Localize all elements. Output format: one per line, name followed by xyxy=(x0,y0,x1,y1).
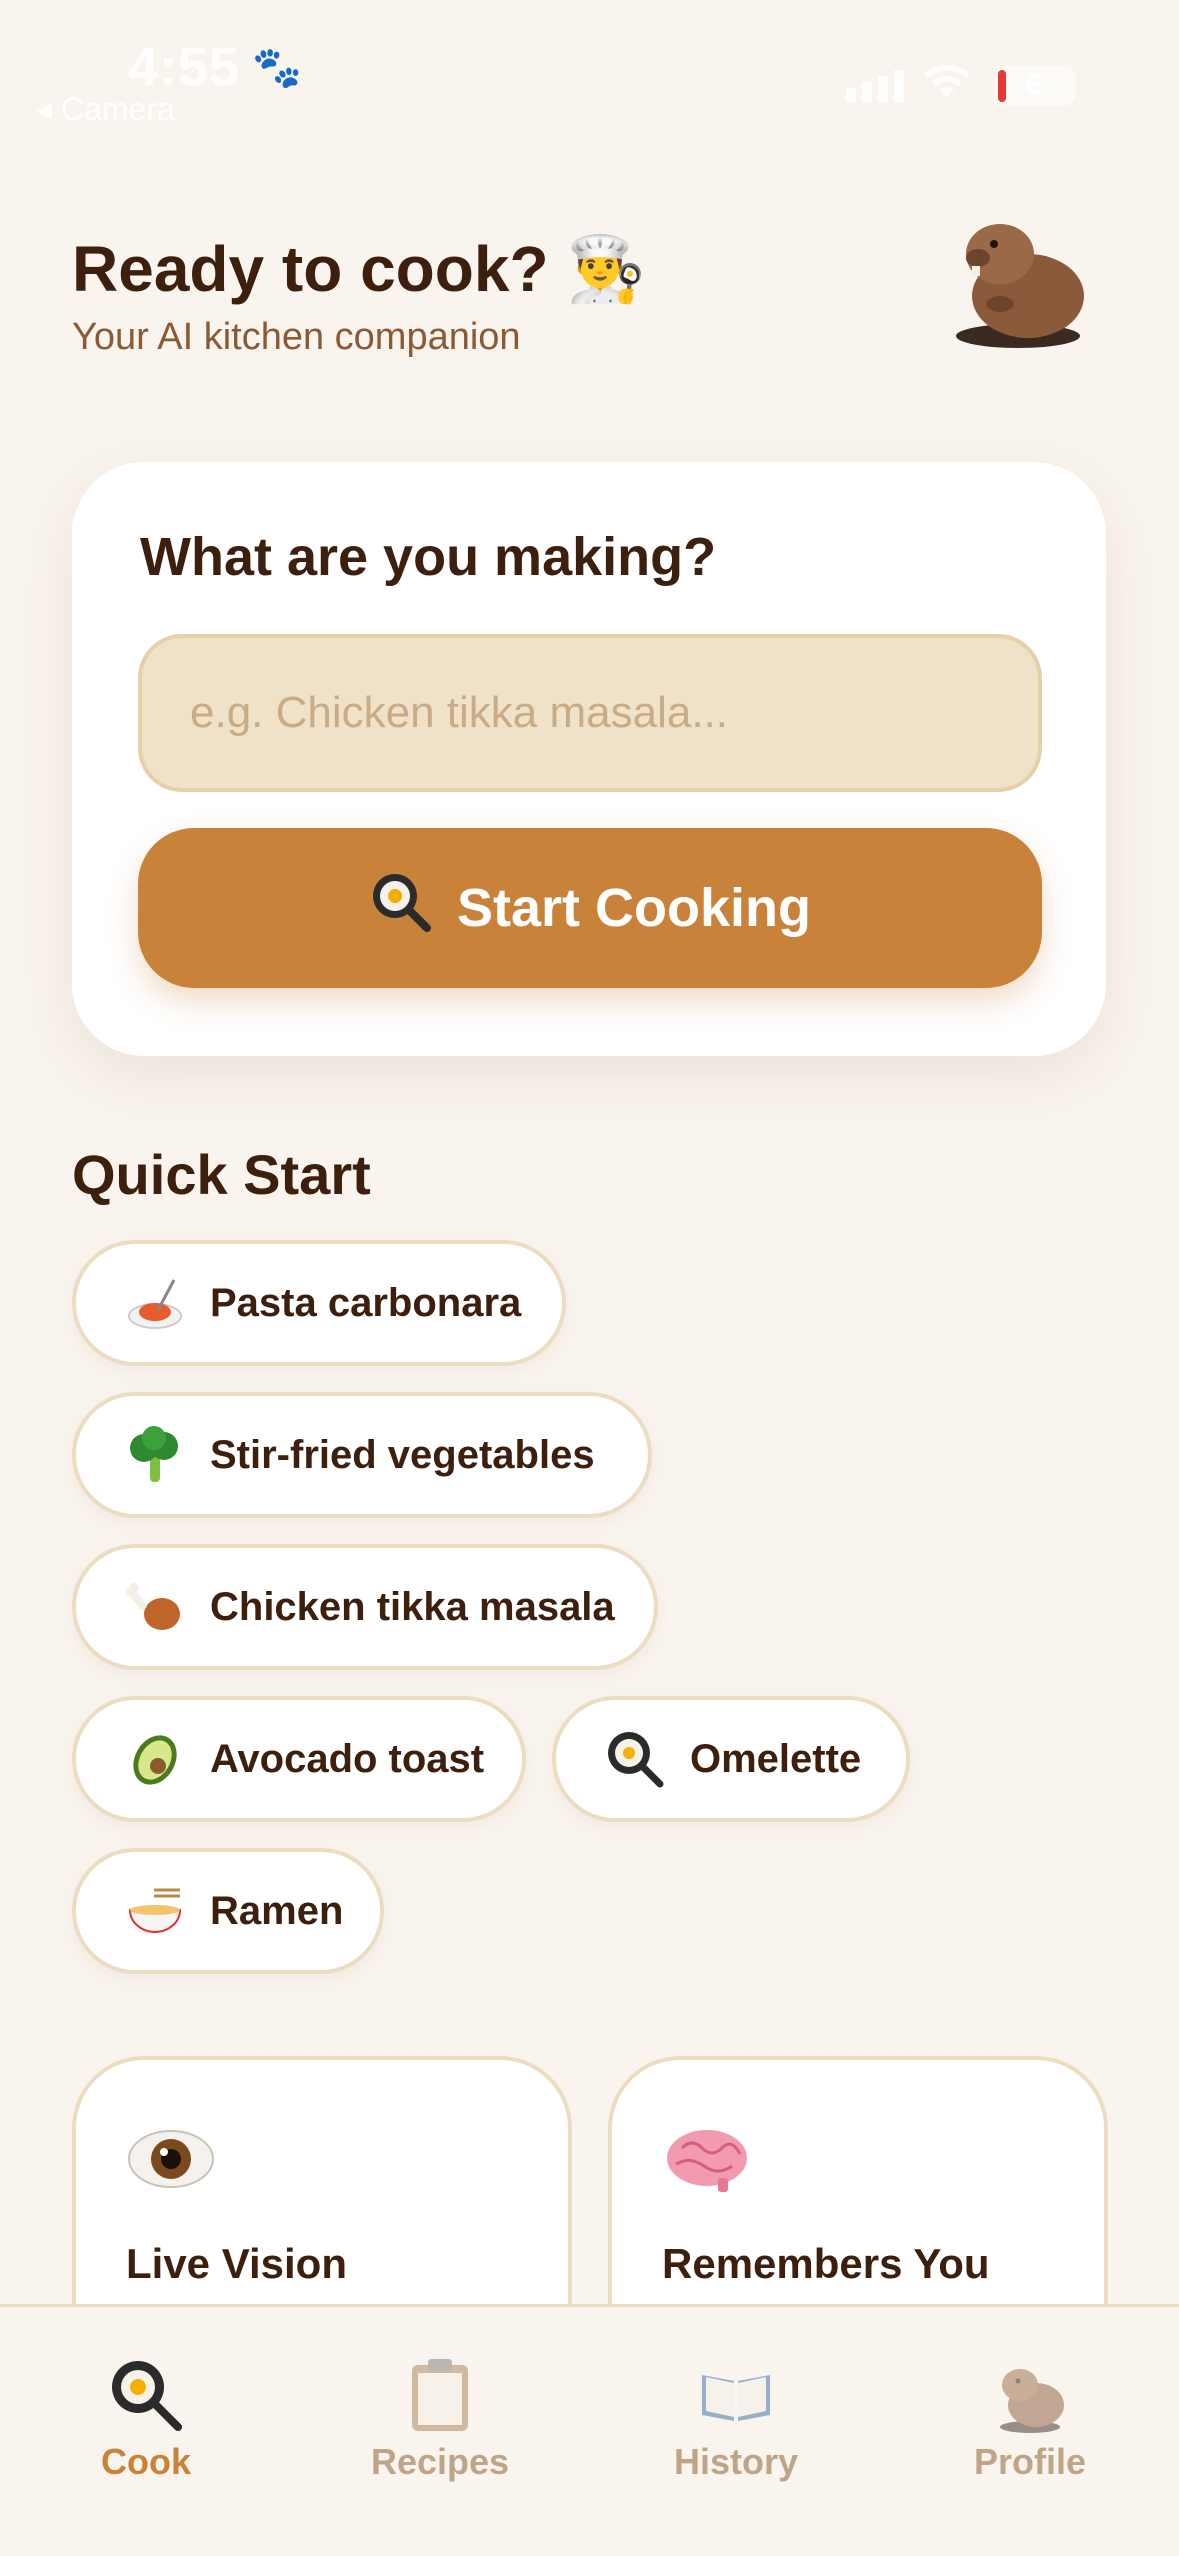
quick-start-chip-avocado-toast[interactable]: Avocado toast xyxy=(72,1696,526,1822)
quick-start-chip-omelette[interactable]: Omelette xyxy=(552,1696,910,1822)
quick-start-chip-tikka-masala[interactable]: Chicken tikka masala xyxy=(72,1544,658,1670)
quick-start-title: Quick Start xyxy=(72,1143,371,1206)
page-subtitle: Your AI kitchen companion xyxy=(72,316,521,358)
poultry-leg-icon xyxy=(124,1576,186,1638)
recipe-input-card: What are you making? Start Cooking xyxy=(72,462,1106,1056)
wifi-icon xyxy=(922,62,972,112)
frying-pan-icon xyxy=(369,870,433,947)
chip-label: Omelette xyxy=(690,1736,862,1781)
tab-label: Cook xyxy=(101,2441,191,2482)
chip-label: Avocado toast xyxy=(210,1736,485,1781)
signal-icon xyxy=(846,70,904,102)
start-cooking-button[interactable]: Start Cooking xyxy=(138,828,1042,988)
tab-label: Recipes xyxy=(370,2441,510,2482)
chip-label: Ramen xyxy=(210,1888,344,1933)
frying-pan-icon xyxy=(106,2355,186,2435)
ramen-bowl-icon xyxy=(124,1880,186,1942)
page-title: Ready to cook? 👨‍🍳 xyxy=(72,233,646,305)
start-cooking-label: Start Cooking xyxy=(456,878,811,938)
card-title: What are you making? xyxy=(140,527,717,587)
battery-level: 6 xyxy=(1026,68,1043,101)
tab-recipes[interactable]: Recipes xyxy=(340,2355,540,2483)
spaghetti-icon xyxy=(124,1272,186,1334)
quick-start-chip-stir-fry[interactable]: Stir-fried vegetables xyxy=(72,1392,652,1518)
chip-label: Chicken tikka masala xyxy=(210,1584,615,1629)
frying-pan-icon xyxy=(604,1728,666,1790)
chip-label: Pasta carbonara xyxy=(210,1280,522,1325)
tab-profile[interactable]: Profile xyxy=(930,2355,1130,2483)
beaver-icon xyxy=(990,2355,1070,2435)
chip-label: Stir-fried vegetables xyxy=(210,1432,595,1477)
tab-label: Profile xyxy=(973,2441,1087,2482)
tab-cook[interactable]: Cook xyxy=(46,2355,246,2483)
feature-title: Live Vision xyxy=(126,2240,347,2287)
bottom-tab-bar: Cook Recipes History Profile xyxy=(0,2304,1179,2556)
open-book-icon xyxy=(696,2355,776,2435)
beaver-mascot-icon[interactable] xyxy=(938,196,1098,356)
tab-history[interactable]: History xyxy=(636,2355,836,2483)
dish-search-input[interactable] xyxy=(138,634,1042,792)
tab-label: History xyxy=(673,2441,799,2482)
eye-icon xyxy=(126,2124,216,2194)
back-to-camera-link[interactable]: ◂ Camera xyxy=(36,90,175,128)
paw-icon: 🐾 xyxy=(252,46,302,90)
battery-icon: 6 xyxy=(996,66,1076,106)
quick-start-chip-pasta[interactable]: Pasta carbonara xyxy=(72,1240,566,1366)
quick-start-chip-ramen[interactable]: Ramen xyxy=(72,1848,384,1974)
cook-screen: 4:55 🐾 ◂ Camera 6 Ready to cook? 👨‍🍳 You… xyxy=(0,0,1179,2556)
broccoli-icon xyxy=(124,1424,186,1486)
feature-title: Remembers You xyxy=(662,2240,990,2287)
status-time: 4:55 xyxy=(128,37,241,97)
brain-icon xyxy=(662,2124,752,2194)
avocado-icon xyxy=(124,1728,186,1790)
clipboard-icon xyxy=(400,2355,480,2435)
